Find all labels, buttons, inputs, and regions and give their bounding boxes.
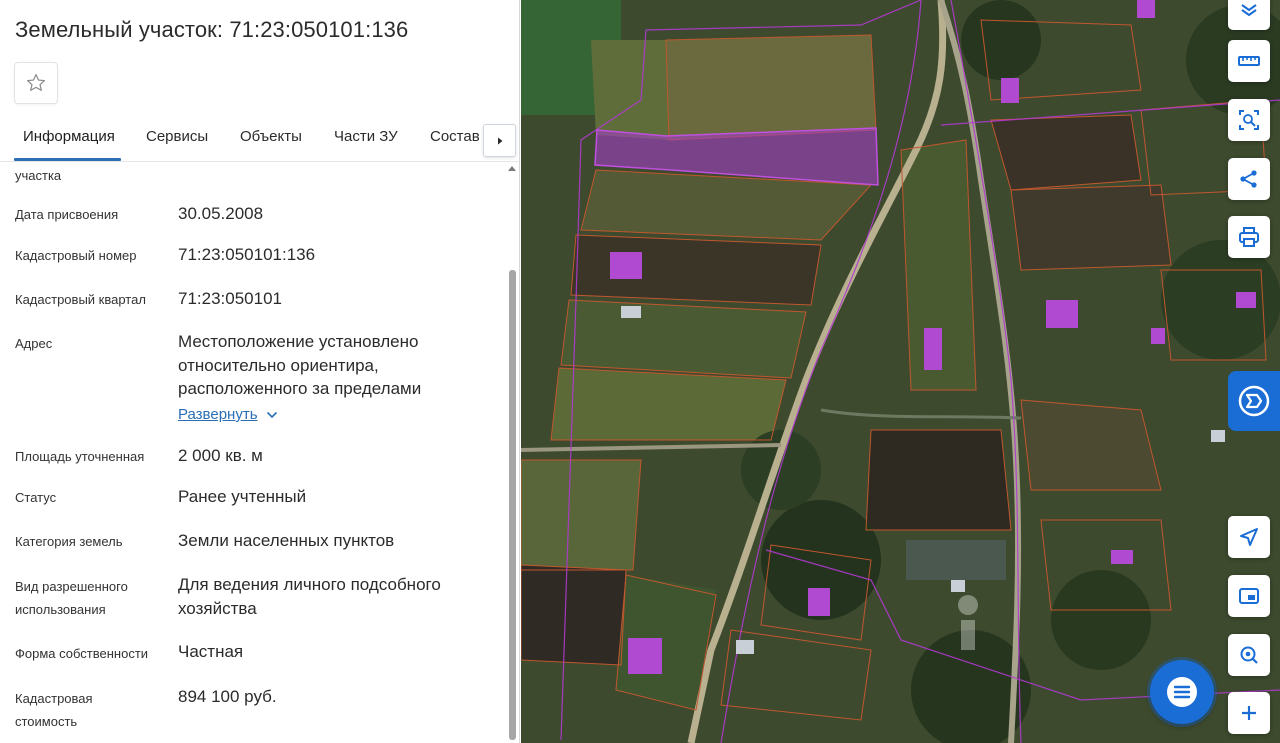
field-value: 894 100 руб. — [178, 687, 277, 706]
tab-services[interactable]: Сервисы — [146, 128, 208, 145]
info-list: участка Дата присвоения 30.05.2008 Кадас… — [0, 162, 505, 743]
zoom-in-button[interactable] — [1228, 692, 1270, 734]
share-button[interactable] — [1228, 158, 1270, 200]
locate-button[interactable] — [1228, 516, 1270, 558]
share-icon — [1240, 170, 1257, 188]
chat-icon — [1167, 677, 1197, 707]
field-label-partial: участка — [15, 168, 62, 183]
area-select-button[interactable] — [1228, 99, 1270, 141]
field-value: 71:23:050101 — [178, 289, 282, 308]
field-label: Статус — [15, 490, 57, 505]
tab-information[interactable]: Информация — [23, 128, 115, 145]
pin-search-button[interactable] — [1228, 634, 1270, 676]
print-button[interactable] — [1228, 216, 1270, 258]
measure-button[interactable] — [1228, 40, 1270, 82]
satellite-map[interactable] — [521, 0, 1280, 743]
zoom-in-icon — [1242, 706, 1256, 720]
field-value: Земли населенных пунктов — [178, 531, 395, 550]
address-value: Местоположение установлено относительно … — [178, 332, 422, 398]
favorite-button[interactable] — [14, 62, 58, 104]
field-label: Вид разрешенного использования — [15, 579, 128, 617]
field-value: 71:23:050101:136 — [178, 245, 316, 264]
active-tab-indicator — [14, 158, 121, 161]
field-value: Частная — [178, 642, 244, 661]
locate-icon — [1240, 528, 1258, 546]
field-value: Ранее учтенный — [178, 487, 307, 506]
layers-icon — [1241, 4, 1257, 17]
layers-button[interactable] — [1228, 0, 1270, 30]
minimap-button[interactable] — [1228, 575, 1270, 617]
scroll-up-arrow[interactable] — [508, 166, 516, 171]
tab-objects[interactable]: Объекты — [240, 128, 302, 145]
chevron-right-icon — [497, 137, 502, 144]
field-label: Площадь уточненная — [15, 449, 145, 464]
tab-composition[interactable]: Состав — [430, 128, 480, 145]
field-label: Категория земель — [15, 534, 123, 549]
side-panel-button[interactable] — [1228, 371, 1280, 431]
field-value: Для ведения личного подсобного хозяйства — [178, 575, 441, 618]
field-label: Форма собственности — [15, 646, 149, 661]
tabs-scroll-right-button[interactable] — [483, 124, 516, 157]
chevron-down-icon — [266, 411, 277, 418]
field-label: Кадастровый номер — [15, 248, 137, 263]
chat-button[interactable] — [1150, 660, 1214, 724]
expand-address-link[interactable]: Развернуть — [178, 406, 278, 423]
print-icon — [1239, 227, 1259, 247]
field-label: Адрес — [15, 336, 53, 351]
field-label: Дата присвоения — [15, 207, 119, 222]
ruler-icon — [1238, 56, 1260, 66]
star-icon — [26, 73, 46, 91]
minimap-icon — [1239, 588, 1259, 604]
pin-search-icon — [1240, 646, 1258, 664]
field-label: Кадастровая стоимость — [15, 691, 93, 729]
map-canvas — [521, 0, 1280, 743]
info-panel: Земельный участок: 71:23:050101:136 Инфо… — [0, 0, 520, 743]
tab-bar: Информация Сервисы Объекты Части ЗУ Сост… — [0, 118, 519, 162]
scrollbar-thumb[interactable] — [509, 270, 516, 740]
tab-parts[interactable]: Части ЗУ — [334, 128, 398, 145]
field-value: 2 000 кв. м — [178, 446, 263, 465]
area-select-icon — [1239, 110, 1259, 130]
field-value: 30.05.2008 — [178, 204, 264, 223]
field-label: Кадастровый квартал — [15, 292, 146, 307]
page-title: Земельный участок: 71:23:050101:136 — [15, 17, 409, 42]
side-panel-icon — [1238, 385, 1270, 417]
